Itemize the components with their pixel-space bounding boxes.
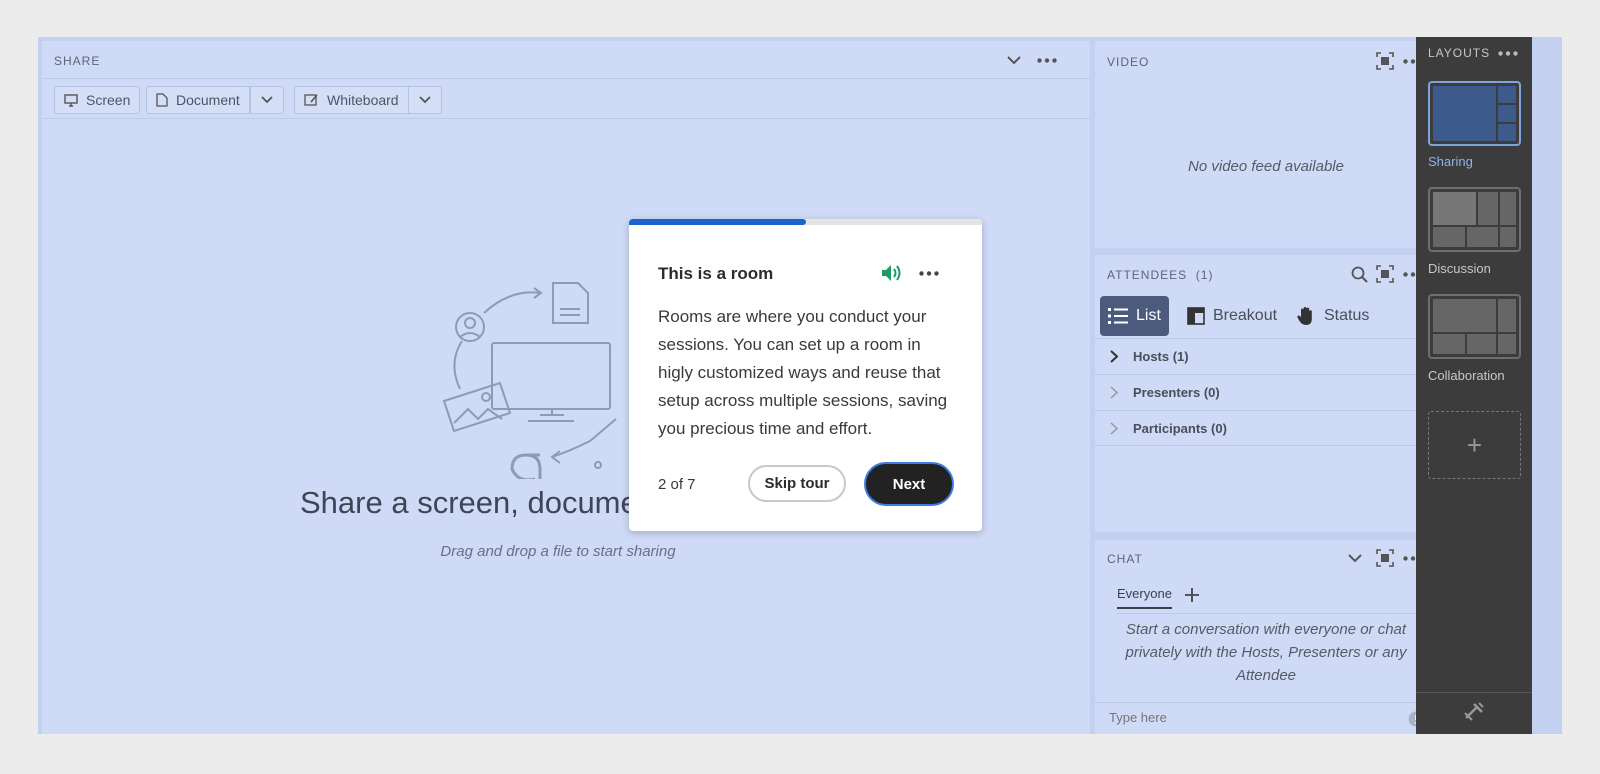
- whiteboard-dropdown-button[interactable]: [408, 86, 442, 114]
- tour-progress-track: [629, 219, 982, 225]
- chat-input-area: [1095, 702, 1437, 734]
- add-chat-tab-icon[interactable]: [1183, 586, 1201, 604]
- chevron-down-icon[interactable]: [1004, 51, 1024, 69]
- chevron-down-icon: [261, 96, 273, 104]
- maximize-icon[interactable]: [1375, 548, 1395, 568]
- video-pod: VIDEO No video feed available: [1095, 41, 1437, 248]
- more-options-icon[interactable]: [917, 265, 941, 281]
- maximize-icon[interactable]: [1375, 264, 1395, 284]
- chevron-down-icon: [419, 96, 431, 104]
- skip-tour-button[interactable]: Skip tour: [748, 465, 846, 502]
- attendees-status-tab[interactable]: Status: [1288, 296, 1377, 336]
- layout-discussion-label[interactable]: Discussion: [1428, 261, 1491, 276]
- tools-icon[interactable]: [1463, 701, 1485, 726]
- add-layout-button[interactable]: +: [1428, 411, 1521, 479]
- attendee-group-label: Participants (0): [1133, 420, 1227, 436]
- share-whiteboard-label: Whiteboard: [327, 92, 399, 108]
- chat-pod: CHAT Everyone Start a conversation with …: [1095, 540, 1437, 734]
- layout-sharing-label[interactable]: Sharing: [1428, 154, 1473, 169]
- layout-collaboration-label[interactable]: Collaboration: [1428, 368, 1505, 383]
- share-illustration: [442, 282, 617, 479]
- share-empty-subtitle: Drag and drop a file to start sharing: [440, 543, 676, 560]
- attendees-pod: ATTENDEES (1) List Breakout Status Hosts…: [1095, 255, 1437, 532]
- list-tab-label: List: [1136, 307, 1161, 324]
- chevron-down-icon[interactable]: [1345, 548, 1365, 568]
- share-pod-header: SHARE: [42, 41, 1090, 79]
- attendee-group-participants[interactable]: Participants (0): [1095, 410, 1437, 446]
- speaker-icon[interactable]: [879, 261, 905, 285]
- more-options-icon[interactable]: [1035, 51, 1059, 69]
- attendee-group-label: Presenters (0): [1133, 385, 1220, 400]
- attendee-group-presenters[interactable]: Presenters (0): [1095, 374, 1437, 410]
- search-icon[interactable]: [1349, 264, 1369, 284]
- tour-step-counter: 2 of 7: [658, 476, 696, 493]
- share-screen-label: Screen: [86, 92, 131, 108]
- share-pod-title: SHARE: [54, 54, 101, 68]
- attendee-group-hosts[interactable]: Hosts (1): [1095, 338, 1437, 374]
- chevron-right-icon: [1095, 386, 1133, 399]
- chat-tab-everyone[interactable]: Everyone: [1117, 586, 1172, 609]
- video-empty-message: No video feed available: [1188, 158, 1344, 175]
- chevron-right-icon: [1095, 421, 1133, 435]
- share-document-button[interactable]: Document: [146, 86, 250, 114]
- layout-sharing-thumbnail[interactable]: [1428, 81, 1521, 146]
- chat-pod-title: CHAT: [1107, 552, 1143, 566]
- status-tab-label: Status: [1324, 307, 1370, 324]
- next-button[interactable]: Next: [866, 464, 952, 504]
- more-options-icon[interactable]: [1496, 45, 1520, 61]
- chat-tab-divider: [1117, 613, 1423, 614]
- document-icon: [156, 93, 168, 107]
- chat-message-input[interactable]: [1109, 710, 1389, 725]
- attendees-pod-title: ATTENDEES (1): [1107, 268, 1214, 282]
- breakout-icon: [1187, 307, 1205, 325]
- tour-title: This is a room: [658, 264, 774, 283]
- share-document-label: Document: [176, 92, 240, 108]
- raised-hand-icon: [1297, 307, 1312, 325]
- whiteboard-icon: [304, 94, 318, 106]
- attendees-breakout-tab[interactable]: Breakout: [1179, 296, 1285, 336]
- chevron-right-icon: [1095, 350, 1133, 363]
- tour-progress-fill: [629, 219, 806, 225]
- attendees-list-tab[interactable]: List: [1100, 296, 1169, 336]
- attendees-count: (1): [1195, 268, 1214, 282]
- document-dropdown-button[interactable]: [250, 86, 284, 114]
- layouts-footer: [1416, 692, 1532, 734]
- chat-empty-message: Start a conversation with everyone or ch…: [1125, 621, 1407, 684]
- layout-collaboration-thumbnail[interactable]: [1428, 294, 1521, 359]
- layouts-title: LAYOUTS: [1428, 46, 1491, 60]
- attendee-group-label: Hosts (1): [1133, 349, 1189, 364]
- share-empty-title: Share a screen, documen: [300, 485, 655, 520]
- list-icon: [1108, 308, 1128, 324]
- layouts-bar: LAYOUTS Sharing Discussion Collaboration…: [1416, 37, 1532, 734]
- tour-popup: This is a room Rooms are where you condu…: [629, 219, 982, 531]
- monitor-icon: [64, 93, 78, 107]
- share-screen-button[interactable]: Screen: [54, 86, 141, 114]
- breakout-tab-label: Breakout: [1213, 307, 1278, 324]
- share-toolbar: Screen Document Whiteboard: [42, 79, 1090, 119]
- plus-icon: +: [1466, 429, 1483, 460]
- maximize-icon[interactable]: [1375, 51, 1395, 71]
- layout-discussion-thumbnail[interactable]: [1428, 187, 1521, 252]
- tour-body: Rooms are where you conduct your session…: [658, 307, 948, 438]
- video-pod-title: VIDEO: [1107, 55, 1150, 69]
- share-whiteboard-button[interactable]: Whiteboard: [294, 86, 409, 114]
